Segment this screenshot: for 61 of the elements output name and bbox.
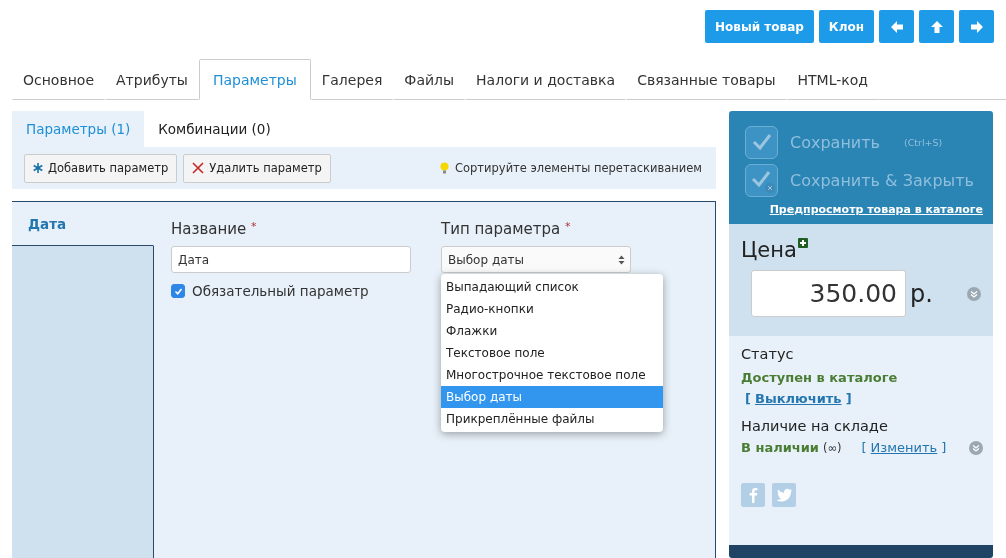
add-button[interactable]: Добавить параметр bbox=[24, 153, 178, 183]
bracket-text: ] bbox=[941, 440, 947, 455]
field-label: Название bbox=[171, 220, 247, 238]
check-icon[interactable] bbox=[745, 163, 778, 197]
lightbulb-icon bbox=[440, 162, 449, 174]
checkmark-icon bbox=[173, 286, 183, 296]
required-mark: * bbox=[251, 220, 257, 233]
currency-text: р. bbox=[910, 279, 933, 308]
right-arrow-icon bbox=[969, 19, 984, 34]
delete-button[interactable]: Удалить параметр bbox=[183, 153, 331, 183]
up-arrow-icon bbox=[929, 19, 944, 34]
tab[interactable]: Комбинации (0) bbox=[144, 111, 285, 147]
nav-button[interactable] bbox=[959, 10, 994, 43]
tab[interactable]: Галерея bbox=[310, 59, 394, 100]
tab[interactable]: Основное bbox=[12, 59, 106, 100]
checkbox-label: Обязательный параметр bbox=[192, 283, 369, 299]
tab[interactable]: HTML-код bbox=[786, 59, 879, 100]
required-mark: * bbox=[565, 220, 571, 233]
check-icon[interactable] bbox=[745, 125, 778, 159]
asterisk-icon bbox=[33, 163, 43, 173]
dropdown-option[interactable]: Текстовое поле bbox=[441, 342, 663, 364]
twitter-icon[interactable] bbox=[772, 483, 796, 507]
tab[interactable]: Налоги и доставка bbox=[465, 59, 627, 100]
dropdown-option[interactable]: Выпадающий список bbox=[441, 276, 663, 298]
type-select[interactable]: Выбор даты bbox=[441, 246, 631, 273]
name-field[interactable]: Дата bbox=[171, 246, 411, 273]
disable-link[interactable]: Выключить bbox=[755, 391, 842, 406]
bracket-text: [ bbox=[745, 391, 751, 406]
dropdown-option[interactable]: Флажки bbox=[441, 320, 663, 342]
bracket-text: [ bbox=[861, 440, 867, 455]
parameter-item[interactable]: Дата bbox=[12, 202, 154, 246]
bracket-text: ] bbox=[845, 391, 852, 406]
expand-icon[interactable] bbox=[969, 440, 983, 455]
price-label: Цена bbox=[741, 238, 797, 262]
status-label: Статус bbox=[741, 346, 795, 362]
checkbox[interactable] bbox=[171, 284, 185, 298]
field-label: Тип параметра bbox=[441, 220, 561, 238]
stock-value: В наличии bbox=[741, 440, 819, 455]
dropdown-option[interactable]: Многострочное текстовое поле bbox=[441, 364, 663, 386]
tab[interactable]: Параметры bbox=[198, 59, 311, 100]
close-icon bbox=[192, 162, 205, 174]
sort-arrows-icon bbox=[618, 254, 625, 265]
shortcut-text: (Ctrl+S) bbox=[904, 136, 943, 148]
facebook-icon[interactable] bbox=[741, 483, 765, 507]
tab[interactable]: Атрибуты bbox=[105, 59, 199, 100]
change-link[interactable]: Изменить bbox=[870, 440, 938, 455]
stock-count: (∞) bbox=[822, 440, 842, 455]
preview-link[interactable]: Предпросмотр товара в каталоге bbox=[769, 203, 983, 216]
stock-label: Наличие на складе bbox=[741, 418, 889, 434]
price-field[interactable]: 350.00 bbox=[751, 270, 906, 317]
tab[interactable]: Связанные товары bbox=[626, 59, 787, 100]
left-arrow-icon bbox=[889, 19, 904, 34]
plus-icon[interactable] bbox=[797, 238, 808, 248]
dropdown-option[interactable]: Прикреплённые файлы bbox=[441, 408, 663, 430]
expand-icon[interactable] bbox=[967, 286, 981, 301]
nav-button[interactable] bbox=[919, 10, 954, 43]
dropdown-option[interactable]: Радио-кнопки bbox=[441, 298, 663, 320]
hint-text: Сортируйте элементы перетаскиванием bbox=[455, 161, 702, 175]
status-value: Доступен в каталоге bbox=[741, 370, 898, 385]
tab[interactable]: Файлы bbox=[393, 59, 466, 100]
nav-button[interactable] bbox=[879, 10, 914, 43]
